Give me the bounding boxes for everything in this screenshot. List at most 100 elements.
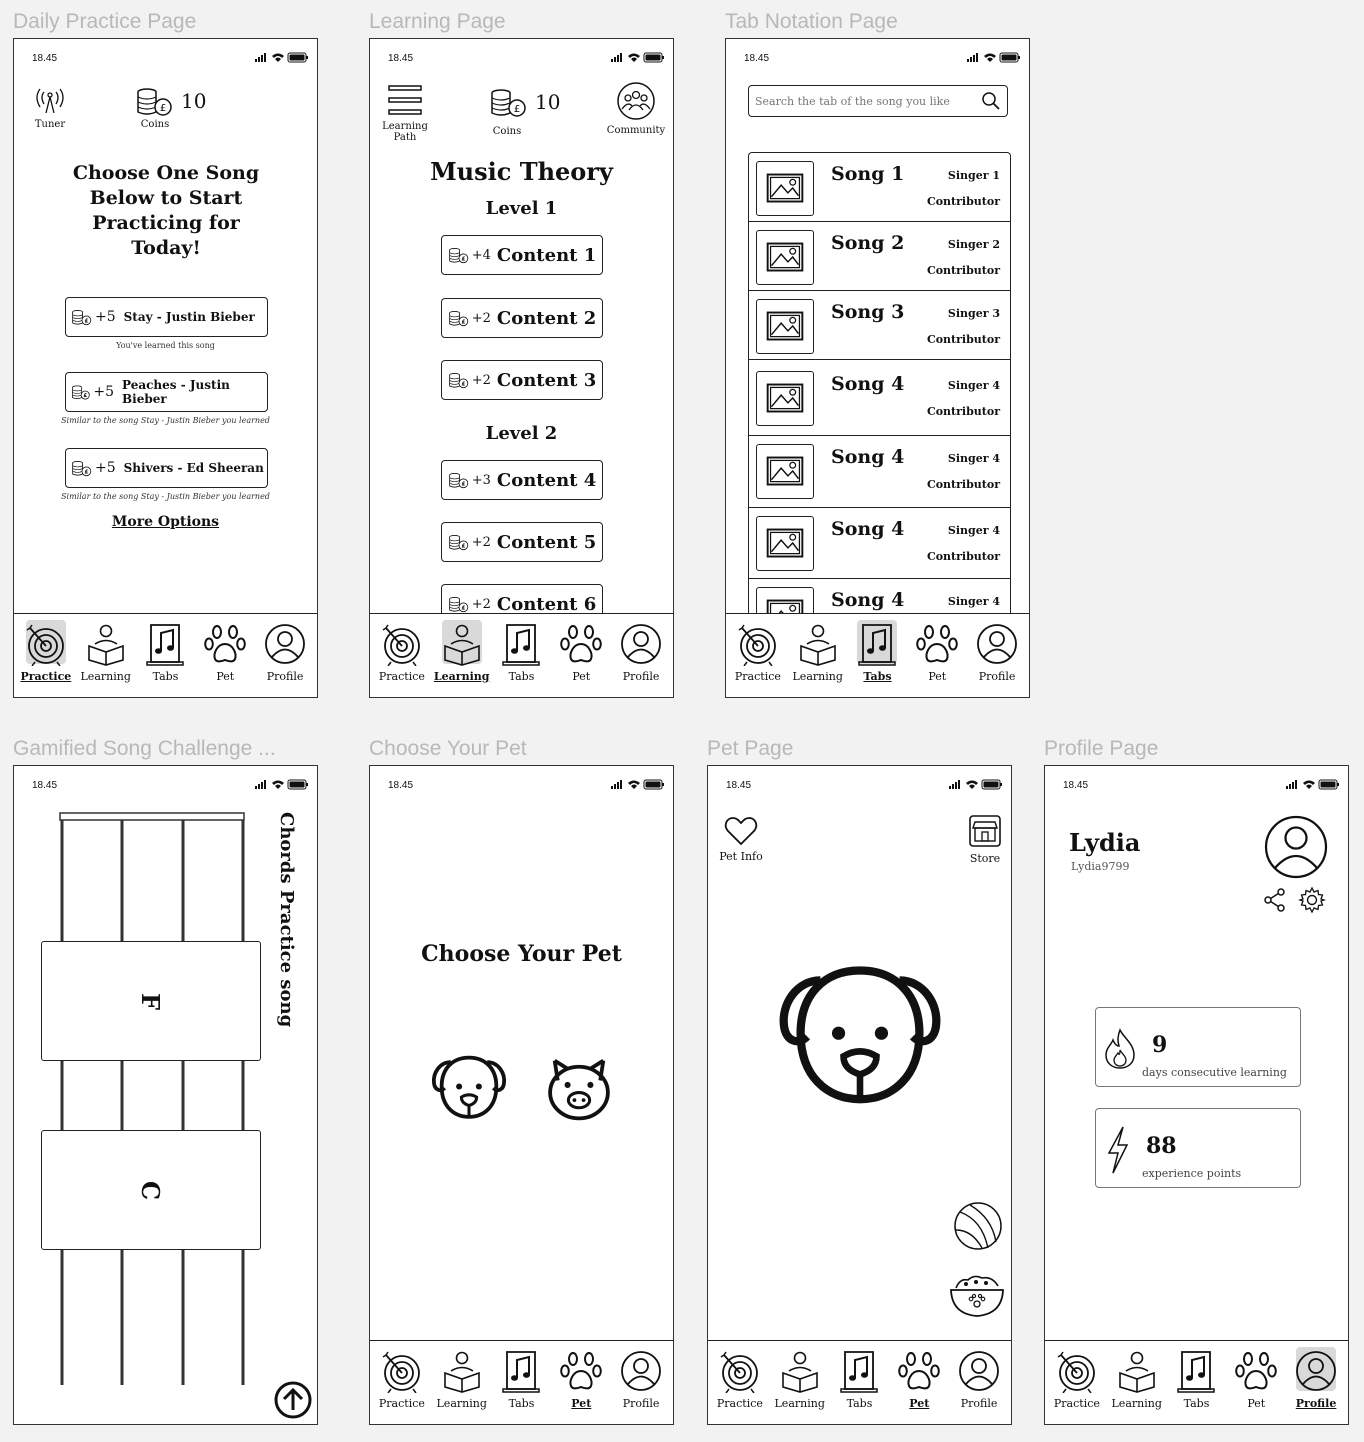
song-option-2[interactable]: +5 Peaches - Justin Bieber xyxy=(65,372,268,412)
nav-profile[interactable]: Profile xyxy=(1287,1341,1345,1410)
nav-profile[interactable]: Profile xyxy=(612,1341,670,1410)
nav-learning[interactable]: Learning xyxy=(771,1341,829,1410)
song-singer: Singer 3 xyxy=(947,307,1000,320)
song-option-1[interactable]: +5 Stay - Justin Bieber xyxy=(65,297,268,337)
share-icon[interactable] xyxy=(1263,888,1287,912)
community-button[interactable]: Community xyxy=(604,81,668,136)
nav-label: Profile xyxy=(1295,1397,1337,1410)
song-row[interactable]: Song 2 Singer 2 Contributor xyxy=(749,222,1010,291)
chord-block-1[interactable]: F xyxy=(41,941,261,1061)
coins-icon xyxy=(448,309,470,327)
nav-tabs[interactable]: Tabs xyxy=(492,614,550,683)
nav-pet[interactable]: Pet xyxy=(552,614,610,683)
learning-path-button[interactable]: Learning Path xyxy=(380,83,430,143)
song-option-3[interactable]: +5 Shivers - Ed Sheeran xyxy=(65,448,268,488)
food-bowl-icon[interactable] xyxy=(948,1272,1006,1320)
frame-label-pet: Pet Page xyxy=(707,737,794,760)
nav-label: Pet xyxy=(928,670,947,683)
nav-practice[interactable]: Practice xyxy=(373,1341,431,1410)
content-button-2[interactable]: +2 Content 2 xyxy=(441,298,603,338)
tuner-button[interactable]: Tuner xyxy=(28,85,72,130)
search-icon[interactable] xyxy=(981,91,1001,111)
nav-pet[interactable]: Pet xyxy=(552,1341,610,1410)
song-row[interactable]: Song 4 Singer 4 Contributor xyxy=(749,508,1010,579)
more-options-link[interactable]: More Options xyxy=(14,514,317,530)
nav-tabs[interactable]: Tabs xyxy=(848,614,906,683)
nav-tabs[interactable]: Tabs xyxy=(830,1341,888,1410)
image-icon xyxy=(756,371,814,426)
nav-pet[interactable]: Pet xyxy=(908,614,966,683)
nav-profile[interactable]: Profile xyxy=(612,614,670,683)
nav-profile[interactable]: Profile xyxy=(950,1341,1008,1410)
nav-learning[interactable]: Learning xyxy=(789,614,847,683)
nav-label: Profile xyxy=(622,670,660,683)
coins-display: 10 xyxy=(489,86,560,118)
status-time: 18.45 xyxy=(32,53,58,64)
chord-label: C xyxy=(136,1180,166,1200)
nav-pet[interactable]: Pet xyxy=(890,1341,948,1410)
paw-icon xyxy=(897,1349,941,1393)
coins-display: 10 xyxy=(135,85,206,117)
avatar[interactable] xyxy=(1263,814,1329,880)
status-icons xyxy=(1284,778,1340,790)
nav-practice[interactable]: Practice xyxy=(373,614,431,683)
nav-learning[interactable]: Learning xyxy=(77,614,135,683)
song-title: Song 2 xyxy=(831,232,905,254)
arrow-up-icon[interactable] xyxy=(273,1380,313,1420)
store-button[interactable]: Store xyxy=(965,814,1005,865)
content-reward: +2 xyxy=(471,534,491,550)
chord-block-2[interactable]: C xyxy=(41,1130,261,1250)
streak-card: 9 days consecutive learning xyxy=(1095,1007,1301,1087)
dog-icon[interactable] xyxy=(428,1050,510,1126)
ball-icon[interactable] xyxy=(952,1200,1004,1252)
song-row[interactable]: Song 4 Singer 4 Contributor xyxy=(749,363,1010,436)
song-contributor: Contributor xyxy=(926,478,1000,491)
nav-learning[interactable]: Learning xyxy=(433,1341,491,1410)
nav-pet[interactable]: Pet xyxy=(196,614,254,683)
nav-practice[interactable]: Practice xyxy=(1048,1341,1106,1410)
paw-icon xyxy=(203,622,247,666)
reader-icon xyxy=(1115,1349,1159,1393)
pet-info-button[interactable]: Pet Info xyxy=(716,816,766,863)
song-contributor: Contributor xyxy=(926,550,1000,563)
nav-label: Pet xyxy=(571,1397,592,1410)
content-button-5[interactable]: +2 Content 5 xyxy=(441,522,603,562)
coins-icon xyxy=(448,595,470,613)
nav-label: Learning xyxy=(433,670,490,683)
dog-pet-icon[interactable] xyxy=(766,954,954,1119)
pig-icon[interactable] xyxy=(538,1050,620,1126)
nav-practice[interactable]: Practice xyxy=(17,614,75,683)
content-button-1[interactable]: +4 Content 1 xyxy=(441,235,603,275)
song-note: You've learned this song xyxy=(116,341,215,350)
nav-tabs[interactable]: Tabs xyxy=(492,1341,550,1410)
nav-profile[interactable]: Profile xyxy=(968,614,1026,683)
nav-pet[interactable]: Pet xyxy=(1227,1341,1285,1410)
nav-profile[interactable]: Profile xyxy=(256,614,314,683)
content-button-3[interactable]: +2 Content 3 xyxy=(441,360,603,400)
page-title: Choose One Song Below to Start Practicin… xyxy=(72,162,260,259)
content-button-4[interactable]: +3 Content 4 xyxy=(441,460,603,500)
nav-label: Practice xyxy=(378,670,425,683)
song-row[interactable]: Song 4 Singer 4 Contributor xyxy=(749,436,1010,508)
nav-learning[interactable]: Learning xyxy=(433,614,491,683)
nav-tabs[interactable]: Tabs xyxy=(1167,1341,1225,1410)
reader-icon xyxy=(440,1349,484,1393)
coins-icon xyxy=(448,533,470,551)
song-row[interactable]: Song 3 Singer 3 Contributor xyxy=(749,291,1010,360)
music-sheet-icon xyxy=(837,1349,881,1393)
bottom-nav: Practice Learning Tabs Pet Profile xyxy=(726,613,1029,697)
gear-icon[interactable] xyxy=(1298,886,1326,914)
song-row[interactable]: Song 1 Singer 1 Contributor xyxy=(749,153,1010,222)
nav-learning[interactable]: Learning xyxy=(1108,1341,1166,1410)
nav-practice[interactable]: Practice xyxy=(711,1341,769,1410)
nav-label: Tabs xyxy=(863,670,892,683)
frame-label-tabs: Tab Notation Page xyxy=(725,10,898,33)
nav-label: Practice xyxy=(378,1397,425,1410)
nav-practice[interactable]: Practice xyxy=(729,614,787,683)
tuner-label: Tuner xyxy=(34,119,66,130)
search-input[interactable] xyxy=(755,90,973,112)
status-icons xyxy=(253,778,309,790)
frame-label-learning: Learning Page xyxy=(369,10,506,33)
nav-tabs[interactable]: Tabs xyxy=(136,614,194,683)
status-icons xyxy=(947,778,1003,790)
